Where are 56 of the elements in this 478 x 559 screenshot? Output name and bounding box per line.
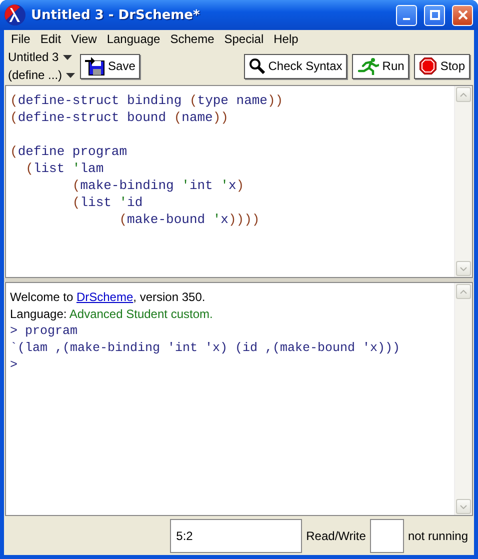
repl-line: > (10, 357, 19, 374)
code-line: (make-binding 'int 'x) (71, 177, 246, 194)
running-figure-icon (357, 57, 380, 75)
scroll-up-button[interactable] (456, 87, 471, 102)
stop-sign-icon (419, 57, 438, 75)
running-status: not running (408, 528, 468, 542)
definitions-selector[interactable]: (define ...) (8, 68, 76, 82)
repl-line: `(lam ,(make-binding 'int 'x) (id ,(make-bound 'x))) (10, 340, 402, 357)
minimize-button[interactable] (396, 4, 417, 26)
menu-item[interactable]: Special (219, 32, 269, 46)
close-button[interactable] (452, 4, 473, 26)
maximize-icon (430, 10, 440, 20)
selector-label: (define ...) (8, 68, 62, 82)
code-line: (make-bound 'x)))) (118, 211, 261, 228)
app-logo-icon (4, 4, 26, 26)
scrollbar[interactable] (454, 86, 472, 277)
menu-item[interactable]: Help (268, 32, 304, 46)
window-title: Untitled 3 - DrScheme* (31, 8, 201, 22)
up-chevron-icon (460, 290, 467, 294)
minimize-icon (403, 18, 410, 20)
floppy-disk-icon (85, 56, 106, 76)
code-line: (define-struct bound (name)) (10, 109, 230, 126)
check-syntax-button[interactable]: Check Syntax (244, 54, 348, 78)
scroll-down-button[interactable] (456, 499, 471, 514)
message-line: Language: Advanced Student custom. (10, 306, 214, 323)
file-selector[interactable]: Untitled 3 (8, 50, 76, 64)
down-chevron-icon (460, 266, 467, 270)
lock-indicator (370, 518, 404, 552)
drscheme-link[interactable]: DrScheme (76, 290, 134, 304)
repl-line: > program (10, 323, 79, 340)
selector-label: Untitled 3 (8, 50, 59, 64)
code-line: (list 'id (71, 194, 144, 211)
dropdown-arrow-icon (62, 54, 72, 60)
position-field: 5:2 (170, 518, 302, 552)
scroll-up-button[interactable] (456, 284, 471, 299)
up-chevron-icon (460, 92, 467, 96)
down-chevron-icon (460, 504, 467, 508)
menu-item[interactable]: View (66, 32, 102, 46)
code-line: (define program (10, 143, 128, 160)
close-icon (458, 10, 468, 20)
menu-item[interactable]: File (6, 32, 36, 46)
stop-button[interactable]: Stop (414, 54, 470, 78)
scroll-down-button[interactable] (456, 261, 471, 276)
code-line: (define-struct binding (type name)) (10, 92, 284, 109)
menu-item[interactable]: Scheme (165, 32, 220, 46)
run-button[interactable]: Run (352, 54, 410, 78)
message-line: Welcome to DrScheme, version 350. (10, 289, 206, 306)
mode-label: Read/Write (306, 528, 366, 542)
maximize-button[interactable] (424, 4, 445, 26)
scrollbar[interactable] (454, 283, 472, 515)
menu-item[interactable]: Edit (35, 32, 66, 46)
save-button[interactable]: Save (80, 54, 140, 78)
dropdown-arrow-icon (66, 72, 76, 78)
code-line: (list 'lam (24, 160, 105, 177)
menu-item[interactable]: Language (102, 32, 166, 46)
magnifier-icon (249, 58, 266, 74)
